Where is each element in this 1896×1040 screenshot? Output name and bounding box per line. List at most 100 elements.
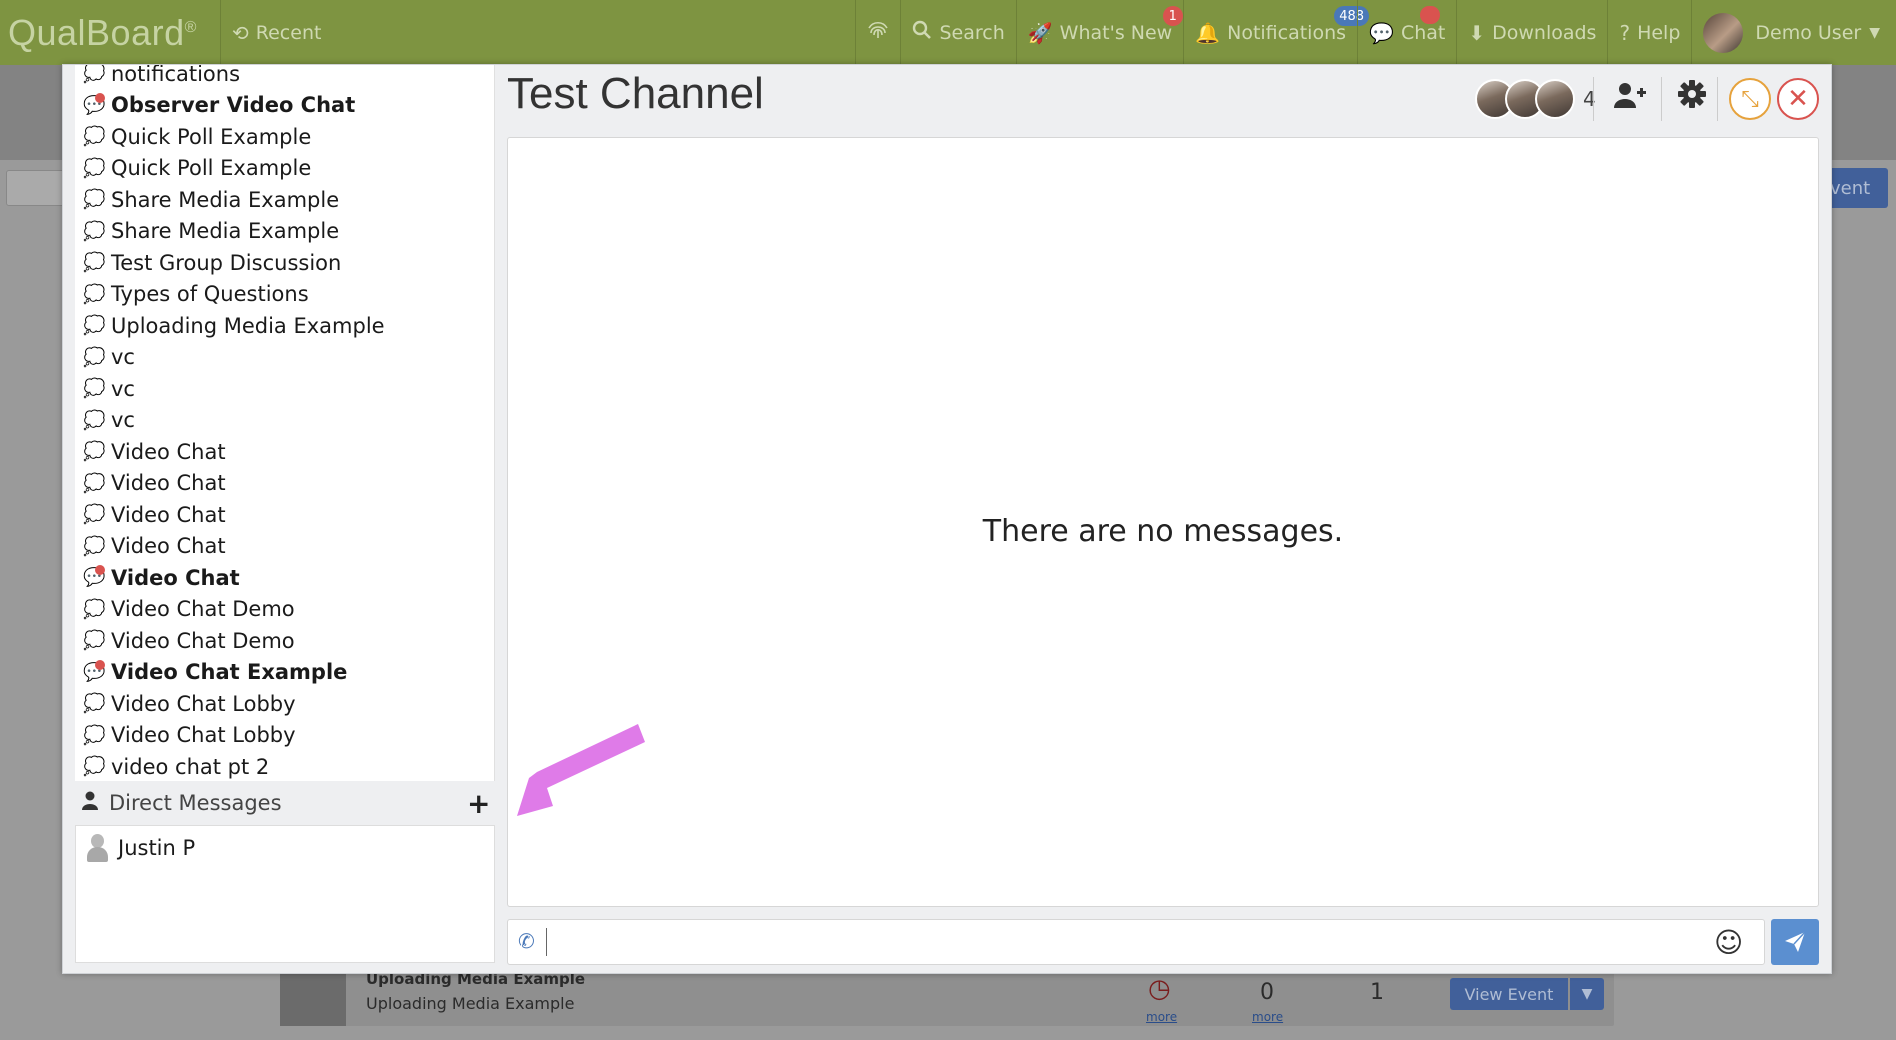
chat-label: Chat (1400, 21, 1446, 44)
phone-icon[interactable]: ✆ (518, 929, 535, 953)
channel-item[interactable]: 💭 Video Chat Lobby (75, 688, 494, 719)
channel-name: vc (111, 345, 135, 369)
channel-item[interactable]: 💭 Video Chat (75, 499, 494, 530)
notifications-button[interactable]: 🔔 Notifications 488 (1183, 0, 1370, 65)
top-nav-bar: QualBoard® ⟲ Recent Search 🚀 What's New … (0, 0, 1896, 65)
help-label: Help (1637, 21, 1681, 44)
channel-item[interactable]: 💭 Share Media Example (75, 216, 494, 247)
channel-item[interactable]: 💭 Video Chat Demo (75, 625, 494, 656)
app-logo[interactable]: QualBoard® (0, 12, 220, 54)
channel-item[interactable]: 💭 Uploading Media Example (75, 310, 494, 341)
channel-list[interactable]: 💭 notifications 💬 Observer Video Chat 💭 Quick… (75, 65, 495, 781)
whats-new-button[interactable]: 🚀 What's New 1 (1015, 0, 1183, 65)
channel-item[interactable]: 💭 Quick Poll Example (75, 153, 494, 184)
message-input[interactable] (552, 924, 1702, 960)
channel-name: vc (111, 408, 135, 432)
chat-bubble-icon: 💭 (83, 472, 106, 494)
divider (1593, 77, 1594, 121)
person-icon (86, 834, 108, 862)
channel-item[interactable]: 💭 vc (75, 342, 494, 373)
whats-new-badge: 1 (1162, 6, 1183, 26)
chat-bubble-icon: 💭 (83, 65, 106, 84)
rocket-icon: 🚀 (1027, 20, 1053, 45)
empty-state-text: There are no messages. (982, 514, 1344, 549)
channel-sidebar: 💭 notifications 💬 Observer Video Chat 💭 Quick… (63, 65, 496, 975)
chat-unread-dot (1420, 6, 1441, 24)
unread-dot (95, 565, 105, 575)
message-composer: ✆ ☺ (507, 919, 1765, 965)
channel-item[interactable]: 💭 video chat pt 2 (75, 751, 494, 781)
channel-name: Quick Poll Example (111, 124, 312, 149)
channel-item[interactable]: 💭 Share Media Example (75, 184, 494, 215)
channel-name: Test Group Discussion (111, 250, 342, 275)
channel-item[interactable]: 💭 Video Chat (75, 468, 494, 499)
help-button[interactable]: ? Help (1607, 0, 1691, 65)
chat-button[interactable]: 💬 Chat (1357, 0, 1456, 65)
channel-item[interactable]: 💭 Video Chat Demo (75, 594, 494, 625)
gear-icon (1678, 80, 1706, 108)
channel-name: Share Media Example (111, 187, 340, 212)
channel-name: Video Chat Lobby (111, 723, 296, 747)
channel-item[interactable]: 💭 Types of Questions (75, 279, 494, 310)
help-icon: ? (1619, 20, 1631, 45)
card-count: 1 (1370, 980, 1384, 1005)
channel-name: Video Chat Lobby (111, 691, 296, 716)
logo-text: QualBoard (8, 11, 185, 53)
channel-name: Video Chat (111, 471, 226, 495)
unread-dot (95, 92, 105, 103)
history-icon: ⟲ (232, 20, 249, 45)
recent-label: Recent (255, 21, 322, 44)
chat-bubble-icon: 💭 (83, 724, 106, 746)
channel-name: Types of Questions (111, 282, 309, 306)
whats-new-label: What's New (1059, 21, 1173, 44)
direct-messages-title: Direct Messages (109, 791, 282, 815)
chat-bubble-icon: 💬 (83, 565, 106, 588)
user-avatar (1703, 12, 1744, 53)
channel-item[interactable]: 💭 Video Chat (75, 531, 494, 562)
channel-item[interactable]: 💬 Video Chat (75, 562, 494, 593)
chat-bubble-icon: 💭 (83, 378, 106, 399)
notifications-label: Notifications (1227, 21, 1347, 44)
chat-bubble-icon: 💭 (83, 693, 106, 714)
minimize-button[interactable]: ⤡ (1729, 78, 1771, 120)
channel-members[interactable]: 4 (1475, 77, 1596, 121)
new-direct-message-button[interactable]: + (467, 787, 490, 820)
user-menu[interactable]: Demo User ▼ (1691, 0, 1896, 65)
paper-plane-icon (1785, 931, 1806, 952)
channel-name: video chat pt 2 (111, 754, 270, 779)
download-icon: ⬇ (1468, 20, 1486, 45)
channel-item[interactable]: 💭 notifications (75, 65, 494, 89)
direct-messages-header: Direct Messages (63, 781, 496, 825)
channel-settings-button[interactable] (1677, 79, 1707, 117)
fingerprint-button[interactable] (855, 0, 900, 65)
send-button[interactable] (1771, 919, 1819, 965)
channel-item[interactable]: 💭 Test Group Discussion (75, 247, 494, 278)
channel-item[interactable]: 💬 Video Chat Example (75, 657, 494, 688)
background-view-event-label: vent (1830, 177, 1871, 199)
background-filter-input (6, 170, 66, 206)
chat-bubble-icon: 💭 (83, 252, 106, 273)
divider (1661, 77, 1662, 121)
channel-name: Video Chat (111, 534, 226, 558)
discussion-icon (280, 966, 346, 1026)
channel-item[interactable]: 💭 vc (75, 405, 494, 436)
add-member-button[interactable] (1613, 81, 1647, 116)
chat-bubble-icon: 💭 (83, 409, 106, 431)
channel-item[interactable]: 💭 Video Chat Lobby (75, 720, 494, 751)
channel-item[interactable]: 💬 Observer Video Chat (75, 90, 494, 121)
chat-bubble-icon: 💭 (83, 756, 106, 777)
channel-item[interactable]: 💭 Video Chat (75, 436, 494, 467)
close-button[interactable]: ✕ (1777, 78, 1819, 120)
search-button[interactable]: Search (900, 0, 1015, 65)
recent-button[interactable]: ⟲ Recent (220, 0, 332, 65)
card-count: 0 (1260, 980, 1274, 1005)
card-subtitle: Uploading Media Example (366, 994, 575, 1013)
channel-item[interactable]: 💭 Quick Poll Example (75, 121, 494, 152)
direct-message-item[interactable]: Justin P (76, 826, 494, 870)
channel-item[interactable]: 💭 vc (75, 373, 494, 404)
person-icon (81, 791, 99, 816)
compress-icon: ⤡ (1741, 86, 1759, 112)
downloads-button[interactable]: ⬇ Downloads (1456, 0, 1607, 65)
unread-dot (95, 659, 105, 670)
emoji-icon[interactable]: ☺ (1714, 926, 1743, 959)
